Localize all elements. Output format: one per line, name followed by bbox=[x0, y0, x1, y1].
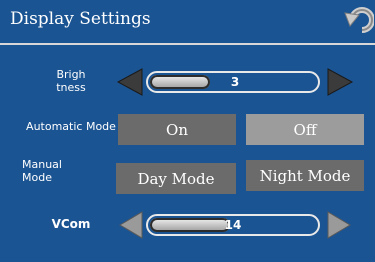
brightness-slider-knob[interactable] bbox=[150, 75, 210, 89]
arrow-right-icon bbox=[327, 211, 351, 239]
automatic-mode-label: Automatic Mode bbox=[26, 120, 116, 133]
back-button[interactable] bbox=[344, 4, 375, 36]
manual-mode-label: Manual Mode bbox=[22, 158, 62, 184]
brightness-label: Brigh tness bbox=[56, 68, 86, 94]
page-title: Display Settings bbox=[10, 9, 151, 29]
vcom-decrease-button[interactable] bbox=[118, 210, 144, 240]
title-divider bbox=[0, 43, 375, 45]
day-mode-button[interactable]: Day Mode bbox=[116, 163, 236, 194]
brightness-decrease-button[interactable] bbox=[116, 67, 144, 97]
arrow-right-icon bbox=[327, 68, 354, 96]
brightness-increase-button[interactable] bbox=[326, 67, 354, 97]
back-arrow-icon bbox=[344, 7, 375, 33]
night-mode-button[interactable]: Night Mode bbox=[246, 160, 364, 191]
display-settings-screen: Display Settings Brigh tness 3 Automatic… bbox=[0, 0, 375, 262]
arrow-left-icon bbox=[116, 68, 143, 96]
auto-on-button[interactable]: On bbox=[118, 114, 236, 145]
auto-off-button[interactable]: Off bbox=[246, 114, 364, 145]
title-bar: Display Settings bbox=[0, 0, 375, 42]
brightness-value: 3 bbox=[230, 75, 240, 89]
vcom-label: VCom bbox=[51, 217, 91, 231]
vcom-value: 14 bbox=[224, 218, 242, 232]
vcom-increase-button[interactable] bbox=[326, 210, 352, 240]
arrow-left-icon bbox=[119, 211, 143, 239]
